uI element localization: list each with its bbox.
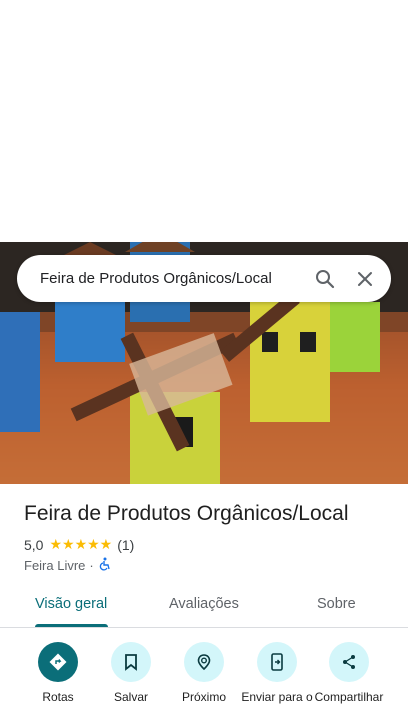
action-bar: Rotas Salvar Próximo Enviar para o Compa… — [0, 640, 408, 726]
tab-avaliacoes[interactable]: Avaliações — [169, 596, 239, 612]
close-icon[interactable] — [345, 259, 385, 299]
rating-value: 5,0 — [24, 536, 44, 553]
star-rating: ★★★★★ — [49, 536, 113, 552]
directions-label: Rotas — [42, 690, 74, 704]
send-to-phone-icon — [257, 642, 297, 682]
wheelchair-icon — [98, 557, 112, 574]
directions-icon — [38, 642, 78, 682]
tab-sobre[interactable]: Sobre — [317, 596, 356, 612]
send-to-phone-button[interactable]: Enviar para o — [237, 640, 317, 704]
search-input[interactable]: Feira de Produtos Orgânicos/Local — [40, 270, 305, 287]
rating-row[interactable]: 5,0 ★★★★★ (1) — [24, 536, 134, 553]
nearby-button[interactable]: Próximo — [164, 640, 244, 704]
save-button[interactable]: Salvar — [91, 640, 171, 704]
review-count[interactable]: (1) — [117, 537, 134, 553]
send-to-phone-label: Enviar para o — [241, 690, 313, 704]
place-title: Feira de Produtos Orgânicos/Local — [24, 502, 349, 525]
nearby-label: Próximo — [181, 690, 226, 704]
active-tab-indicator — [35, 624, 108, 627]
category-row: Feira Livre · — [24, 557, 112, 574]
share-label: Compartilhar — [314, 690, 384, 704]
tab-bar: Visão geral Avaliações Sobre — [0, 585, 408, 628]
nearby-icon — [184, 642, 224, 682]
share-button[interactable]: Compartilhar — [309, 640, 389, 704]
separator: · — [89, 558, 94, 573]
tab-visao-geral[interactable]: Visão geral — [35, 596, 107, 612]
search-bar[interactable]: Feira de Produtos Orgânicos/Local — [17, 255, 391, 302]
search-icon[interactable] — [305, 259, 345, 299]
share-icon — [329, 642, 369, 682]
save-label: Salvar — [113, 690, 148, 704]
category-label: Feira Livre — [24, 558, 86, 573]
directions-button[interactable]: Rotas — [18, 640, 98, 704]
bookmark-icon — [111, 642, 151, 682]
